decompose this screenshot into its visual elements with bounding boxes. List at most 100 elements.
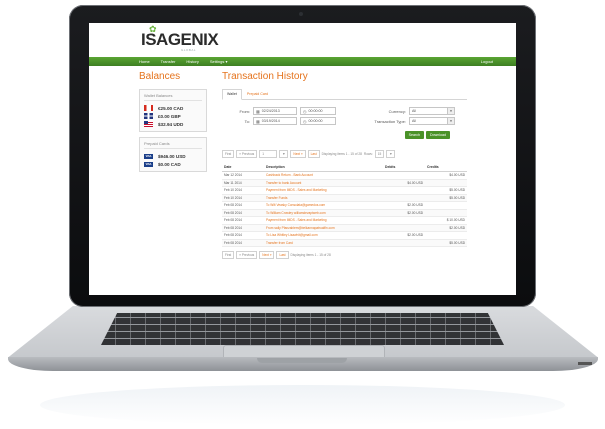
col-description[interactable]: Description [264, 163, 383, 172]
filter-row-to: To: ▦ 03/19/2014 ◷ 00:00:00 Transaction Ty… [222, 116, 467, 126]
card-row[interactable]: VISA $946.00 USD [144, 152, 202, 160]
cell-credit: $2.00 USD [425, 224, 467, 232]
page-dropdown-icon[interactable]: ▼ [279, 150, 289, 158]
next-page-button[interactable]: Next » [290, 150, 306, 158]
search-button[interactable]: Search [404, 131, 425, 139]
cell-credit [425, 201, 467, 210]
cell-description[interactable]: From sally Pfanzablem@belkannapatrualfin… [264, 224, 383, 232]
clock-icon: ◷ [303, 108, 307, 114]
rows-label: Rows: [363, 152, 373, 156]
from-date-field[interactable]: ▦ 02/24/2013 [253, 107, 297, 115]
cell-description[interactable]: Payment from IMDS - Sales and Marketing [264, 216, 383, 225]
first-page-button[interactable]: First [222, 251, 235, 259]
table-row[interactable]: Feb 08 2014 To Lisa Whitley Lisawhit@gmai… [222, 231, 467, 240]
cell-description[interactable]: To Wilt Veasky Consolata@gamedos.com [264, 201, 383, 210]
table-row[interactable]: Feb 10 2014 Transfer Funds $5.00 USD [222, 194, 467, 202]
from-date-value: 02/24/2013 [261, 109, 280, 113]
cell-description[interactable]: Payment from IMDS - Sales and Marketing [264, 186, 383, 195]
logout-link[interactable]: Logout [481, 59, 493, 64]
nav-home[interactable]: Home [139, 59, 150, 64]
to-date-field[interactable]: ▦ 03/19/2014 [253, 117, 297, 125]
cell-description[interactable]: Transfer to bank Account [264, 179, 383, 187]
table-row[interactable]: Feb 10 2014 Payment from IMDS - Sales and… [222, 186, 467, 195]
pager-bottom: First « Previous Next » Last Displaying … [222, 251, 467, 259]
keyboard [101, 313, 504, 345]
page-number-input[interactable]: 1 [259, 150, 278, 158]
rows-dropdown-icon[interactable]: ▼ [386, 150, 396, 158]
cell-description[interactable]: Transfer from Card [264, 239, 383, 247]
clock-icon: ◷ [303, 118, 307, 124]
brand-logo[interactable]: ISAGENIX [141, 30, 219, 50]
cell-credit [425, 209, 467, 217]
cell-description[interactable]: To William Crowley williamdevaptweb.com [264, 209, 383, 217]
type-label: Transaction Type: [374, 118, 406, 124]
transactions-table: Date Description Debits Credits Mar 12 2… [222, 163, 467, 247]
col-debits[interactable]: Debits [383, 163, 425, 172]
table-row[interactable]: Feb 08 2014 Transfer from Card $5.00 USD [222, 239, 467, 247]
download-button[interactable]: Download [426, 131, 450, 139]
to-time-field[interactable]: ◷ 00:00:00 [300, 117, 336, 125]
last-page-button[interactable]: Last [307, 150, 320, 158]
card-amount: $0.00 CAD [158, 161, 181, 167]
tab-prepaid-card[interactable]: Prepaid Card [242, 89, 273, 99]
cell-debit [383, 171, 425, 180]
page-title: Transaction History [222, 71, 308, 82]
to-label: To: [244, 118, 250, 124]
cell-description[interactable]: Cashback Return - Bank Account [264, 171, 383, 180]
cell-debit [383, 194, 425, 202]
table-row[interactable]: Feb 08 2014 To William Crowley williamdev… [222, 209, 467, 217]
nav-history[interactable]: History [186, 59, 198, 64]
wallet-row[interactable]: €25.00 CAD [144, 104, 202, 112]
table-row[interactable]: Feb 08 2014 From sally Pfanzablem@belkann… [222, 224, 467, 232]
cell-description[interactable]: Transfer Funds [264, 194, 383, 202]
from-label: From: [239, 108, 250, 114]
next-page-button[interactable]: Next » [259, 251, 275, 259]
col-credits[interactable]: Credits [425, 163, 467, 172]
last-page-button[interactable]: Last [276, 251, 289, 259]
pager-info: Displaying items 1 - 15 of 28 [321, 152, 362, 156]
tab-wallet[interactable]: Wallet [222, 89, 242, 100]
nav-settings[interactable]: Settings ▾ [210, 59, 228, 64]
chevron-down-icon: ▼ [447, 118, 454, 124]
first-page-button[interactable]: First [222, 150, 235, 158]
cell-date: Mar 12 2014 [222, 171, 264, 180]
currency-select[interactable]: All ▼ [409, 107, 455, 115]
wallet-row[interactable]: $32.94 UDD [144, 120, 202, 128]
wallet-title: Wallet Balances [144, 93, 202, 101]
col-date[interactable]: Date [222, 163, 264, 172]
cell-debit [383, 239, 425, 247]
cell-date: Feb 08 2014 [222, 239, 264, 247]
table-row[interactable]: Feb 08 2014 Payment from IMDS - Sales and… [222, 216, 467, 225]
header: ✿ ISAGENIX GLOBAL [89, 23, 516, 57]
visa-card-icon: VISA [144, 153, 153, 159]
table-row[interactable]: Feb 08 2014 To Wilt Veasky Consolata@game… [222, 201, 467, 210]
calendar-icon: ▦ [256, 118, 260, 124]
transaction-type-select[interactable]: All ▼ [409, 117, 455, 125]
sidebar-title: Balances [139, 71, 181, 82]
from-time-value: 00:00:00 [308, 109, 323, 113]
previous-page-button[interactable]: « Previous [236, 150, 258, 158]
side-port [578, 362, 592, 365]
cell-date: Feb 08 2014 [222, 209, 264, 217]
uk-flag-icon [144, 113, 153, 119]
prepaid-title: Prepaid Cards [144, 141, 202, 149]
content: Balances Wallet Balances €25.00 CAD £0.0… [89, 66, 516, 259]
cell-credit: $4.00 USD [425, 171, 467, 180]
table-row[interactable]: Mar 11 2014 Transfer to bank Account $4.00… [222, 179, 467, 187]
from-time-field[interactable]: ◷ 00:00:00 [300, 107, 336, 115]
desk-reflection [40, 385, 565, 425]
cell-debit: $4.00 USD [383, 179, 425, 187]
screen: ✿ ISAGENIX GLOBAL Home Transfer History … [89, 23, 516, 295]
to-time-value: 00:00:00 [308, 119, 323, 123]
rows-select[interactable]: 15 [374, 150, 385, 158]
wallet-row[interactable]: £0.00 GBP [144, 112, 202, 120]
canada-flag-icon [144, 105, 153, 111]
cell-debit: $2.00 USD [383, 201, 425, 210]
table-row[interactable]: Mar 12 2014 Cashback Return - Bank Accoun… [222, 171, 467, 180]
currency-label: Currency: [388, 108, 406, 114]
cell-description[interactable]: To Lisa Whitley Lisawhit@gmail.com [264, 231, 383, 240]
wallet-balances: Wallet Balances €25.00 CAD £0.00 GBP $32… [139, 89, 207, 132]
nav-transfer[interactable]: Transfer [161, 59, 176, 64]
previous-page-button[interactable]: « Previous [236, 251, 258, 259]
card-row[interactable]: VISA $0.00 CAD [144, 160, 202, 168]
